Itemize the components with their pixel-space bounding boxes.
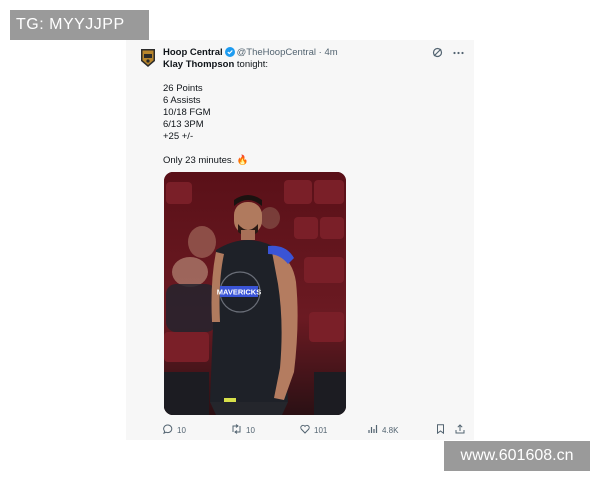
tweet-photo[interactable]: MAVERICKS bbox=[164, 172, 346, 415]
avatar[interactable] bbox=[140, 48, 156, 68]
intro-rest: tonight: bbox=[234, 59, 269, 70]
retweet-button[interactable]: 10 bbox=[231, 424, 255, 436]
stat-line: 26 Points bbox=[163, 83, 203, 94]
reply-button[interactable]: 10 bbox=[163, 424, 186, 436]
retweet-icon bbox=[231, 424, 242, 436]
share-button[interactable] bbox=[455, 424, 465, 436]
views-button[interactable]: 4.8K bbox=[368, 424, 398, 436]
player-name: Klay Thompson bbox=[163, 59, 235, 70]
more-icon[interactable] bbox=[453, 51, 464, 55]
bookmark-icon bbox=[436, 424, 445, 436]
stat-line: +25 +/- bbox=[163, 131, 194, 142]
author-name[interactable]: Hoop Central bbox=[163, 47, 223, 58]
tweet-note: Only 23 minutes. 🔥 bbox=[163, 155, 249, 166]
tweet-action-bar: 10 10 101 4.8K bbox=[163, 424, 469, 436]
like-count: 101 bbox=[314, 425, 328, 435]
reply-icon bbox=[163, 424, 173, 436]
like-button[interactable]: 101 bbox=[300, 424, 327, 436]
author-handle[interactable]: @TheHoopCentral bbox=[237, 47, 316, 58]
watermark-bottom: www.601608.cn bbox=[444, 441, 590, 471]
views-count: 4.8K bbox=[382, 425, 399, 435]
stat-line: 6 Assists bbox=[163, 95, 201, 106]
reply-count: 10 bbox=[177, 425, 186, 435]
stat-line: 10/18 FGM bbox=[163, 107, 211, 118]
share-icon bbox=[455, 424, 465, 436]
jersey-text: MAVERICKS bbox=[217, 288, 261, 297]
like-icon bbox=[300, 424, 310, 436]
watermark-top: TG: MYYJJPP bbox=[10, 10, 149, 40]
tweet-time[interactable]: 4m bbox=[324, 47, 337, 58]
tweet-intro: Klay Thompson tonight: bbox=[163, 59, 463, 71]
stat-line: 6/13 3PM bbox=[163, 119, 204, 130]
tweet-card[interactable]: Hoop Central @TheHoopCentral · 4m Klay Th… bbox=[126, 40, 474, 440]
tweet-text: Klay Thompson tonight: 26 Points 6 Assis… bbox=[163, 59, 463, 167]
separator-dot: · bbox=[318, 47, 322, 58]
views-icon bbox=[368, 424, 378, 436]
retweet-count: 10 bbox=[246, 425, 255, 435]
grok-icon[interactable] bbox=[432, 47, 443, 58]
bookmark-button[interactable] bbox=[436, 424, 445, 436]
